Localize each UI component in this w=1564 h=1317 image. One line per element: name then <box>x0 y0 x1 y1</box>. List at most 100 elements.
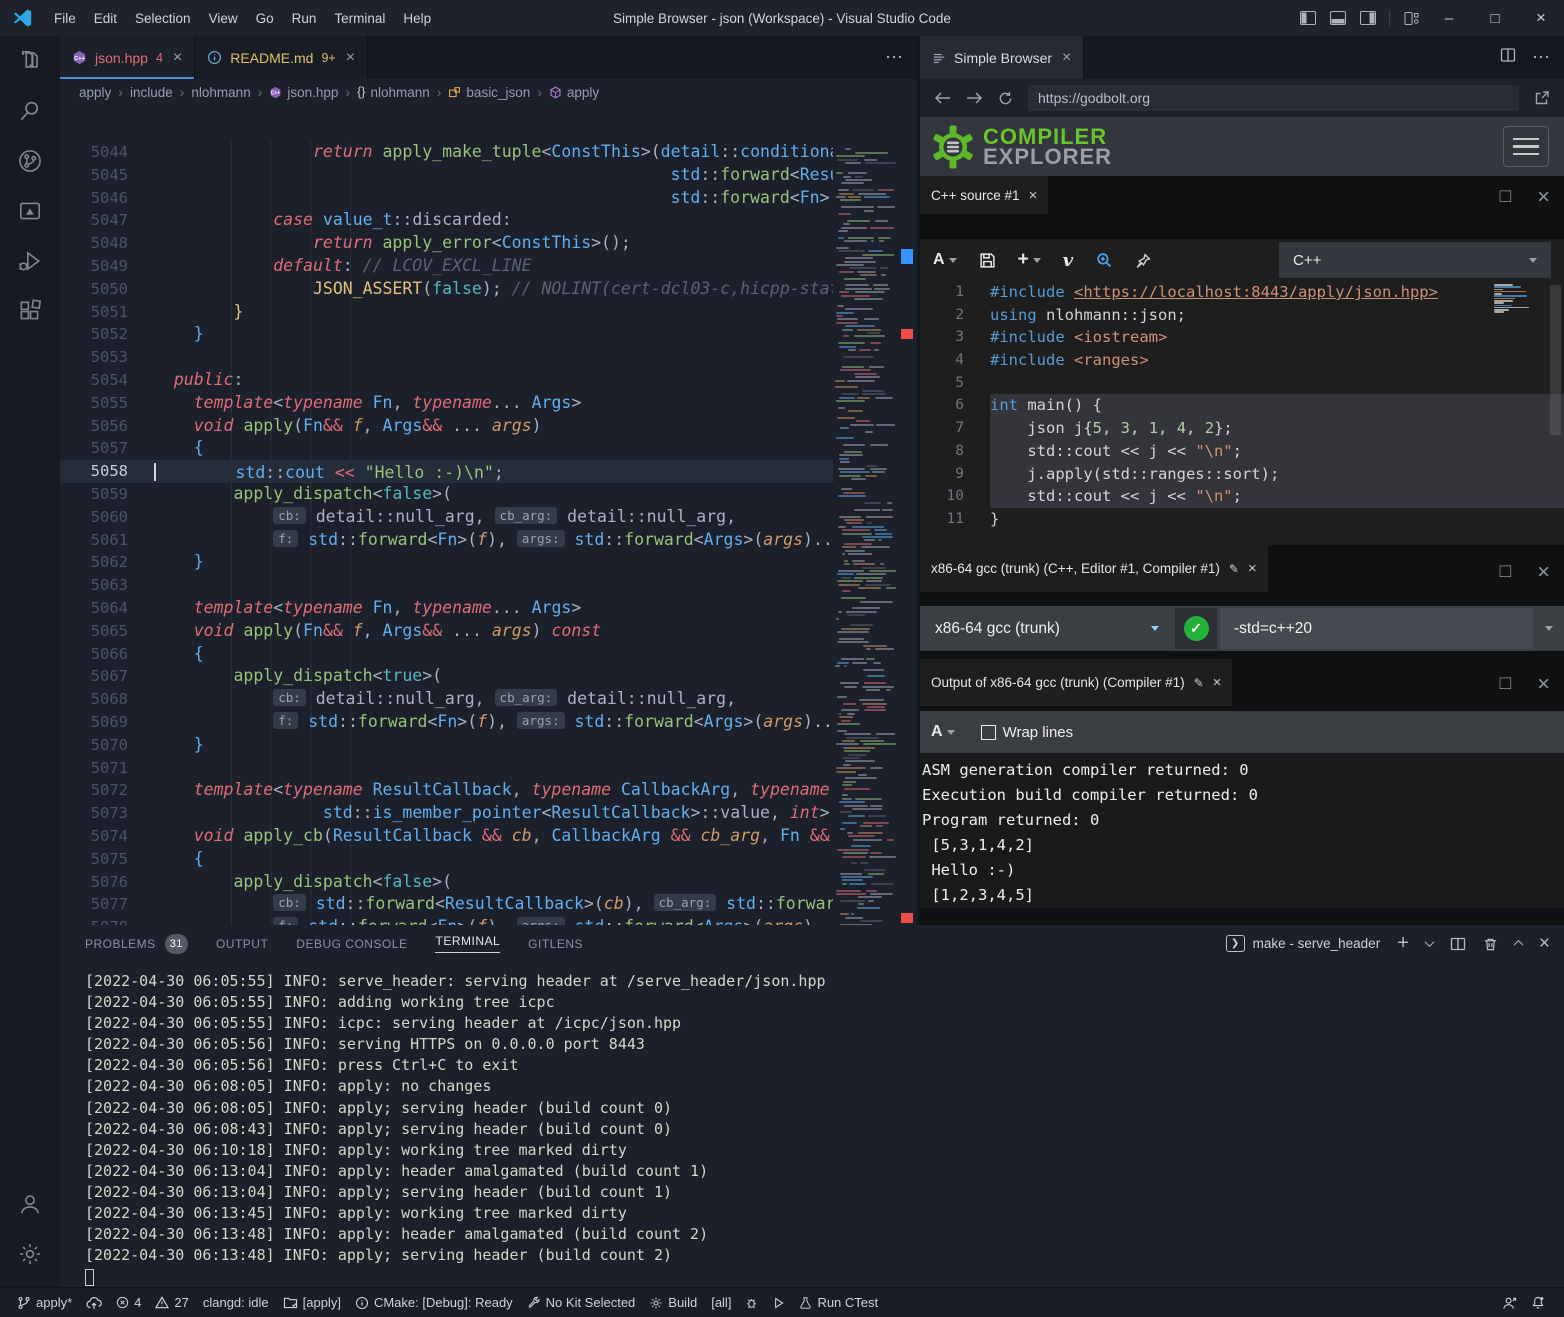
tab-readme-md[interactable]: README.md9+× <box>195 36 368 79</box>
close-icon[interactable]: × <box>1029 187 1038 204</box>
close-tab-icon[interactable]: × <box>346 49 355 67</box>
status-item-4[interactable]: 4 <box>109 1288 148 1317</box>
settings-gear-icon[interactable] <box>6 1229 54 1279</box>
source-control-icon[interactable] <box>6 136 54 186</box>
menu-edit[interactable]: Edit <box>85 5 126 31</box>
layout-sidebar-left-icon[interactable] <box>1293 0 1323 36</box>
vim-mode-icon[interactable]: v <box>1063 250 1073 271</box>
status-item-debug-icon[interactable] <box>738 1288 765 1317</box>
wrap-lines-checkbox[interactable]: Wrap lines <box>981 724 1074 741</box>
new-terminal-icon[interactable]: + <box>1397 932 1409 955</box>
breadcrumb-item-basic_json[interactable]: basic_json <box>448 85 530 100</box>
menu-run[interactable]: Run <box>283 5 326 31</box>
open-external-icon[interactable] <box>1534 90 1550 106</box>
more-actions-icon[interactable]: ⋯ <box>885 47 903 68</box>
hamburger-menu-icon[interactable] <box>1503 126 1549 167</box>
compiler-select[interactable]: x86-64 gcc (trunk) <box>922 608 1172 649</box>
menu-go[interactable]: Go <box>247 5 283 31</box>
maximize-button[interactable]: □ <box>1472 0 1518 36</box>
panel-tab-problems[interactable]: PROBLEMS31 <box>85 925 188 962</box>
terminal-dropdown-icon[interactable] <box>1426 940 1433 947</box>
close-panel-icon[interactable]: × <box>1539 933 1550 955</box>
maximize-pane-icon[interactable]: □ <box>1500 186 1511 208</box>
layout-sidebar-right-icon[interactable] <box>1353 0 1383 36</box>
save-icon[interactable] <box>979 252 996 269</box>
kill-terminal-icon[interactable] <box>1483 936 1498 952</box>
reload-icon[interactable] <box>998 91 1013 106</box>
breadcrumb-item-apply[interactable]: apply <box>79 85 111 100</box>
font-size-icon[interactable]: A <box>931 723 955 741</box>
menu-help[interactable]: Help <box>394 5 440 31</box>
rename-icon[interactable]: ✎ <box>1229 562 1239 576</box>
close-pane-icon[interactable]: × <box>1537 671 1550 697</box>
forward-icon[interactable] <box>966 91 983 105</box>
ce-compiler-tab[interactable]: x86-64 gcc (trunk) (C++, Editor #1, Comp… <box>920 545 1268 592</box>
url-input[interactable] <box>1028 85 1519 111</box>
breadcrumb-item-json-hpp[interactable]: C++json.hpp <box>269 85 338 100</box>
close-pane-icon[interactable]: × <box>1537 184 1550 210</box>
close-window-button[interactable]: × <box>1518 0 1564 36</box>
status-item-27[interactable]: 27 <box>148 1288 195 1317</box>
split-terminal-icon[interactable] <box>1450 936 1466 952</box>
layout-panel-icon[interactable] <box>1323 0 1353 36</box>
breadcrumb-item-nlohmann[interactable]: {}nlohmann <box>357 85 430 100</box>
status-item-apply-[interactable]: apply* <box>10 1288 79 1317</box>
status-item-build[interactable]: Build <box>642 1288 704 1317</box>
ce-source-tab[interactable]: C++ source #1 × <box>920 176 1048 214</box>
status-item--apply-[interactable]: [apply] <box>276 1288 348 1317</box>
tab-json-hpp[interactable]: C++json.hpp4× <box>60 36 195 79</box>
menu-terminal[interactable]: Terminal <box>325 5 394 31</box>
account-icon[interactable] <box>6 1179 54 1229</box>
menu-view[interactable]: View <box>200 5 247 31</box>
breadcrumb-item-nlohmann[interactable]: nlohmann <box>191 85 250 100</box>
terminal-output[interactable]: [2022-04-30 06:05:55] INFO: serve_header… <box>60 962 1564 1287</box>
breadcrumb-item-include[interactable]: include <box>130 85 173 100</box>
run-debug-icon[interactable] <box>6 236 54 286</box>
panel-tab-terminal[interactable]: TERMINAL <box>435 925 500 962</box>
panel-tab-debug-console[interactable]: DEBUG CONSOLE <box>296 925 407 962</box>
back-icon[interactable] <box>934 91 951 105</box>
close-icon[interactable]: × <box>1213 674 1222 691</box>
cmake-panel-icon[interactable] <box>6 186 54 236</box>
status-item-no-kit-selected[interactable]: No Kit Selected <box>520 1288 643 1317</box>
terminal-process-select[interactable]: ❯ make - serve_header <box>1226 935 1381 952</box>
minimize-button[interactable]: – <box>1426 0 1472 36</box>
status-item-launch-icon[interactable] <box>765 1288 792 1317</box>
search-icon[interactable] <box>6 86 54 136</box>
close-tab-icon[interactable]: × <box>173 49 182 67</box>
close-pane-icon[interactable]: × <box>1537 559 1550 585</box>
include-link[interactable]: <https://localhost:8443/apply/json.hpp> <box>1074 283 1438 301</box>
menu-file[interactable]: File <box>45 5 85 31</box>
status-item-notifications-bell-icon[interactable] <box>1524 1288 1552 1317</box>
editor-group-sash[interactable] <box>917 36 920 925</box>
compiler-options-input[interactable]: -std=c++20 <box>1220 608 1533 649</box>
rename-icon[interactable]: ✎ <box>1194 676 1204 690</box>
code-editor[interactable]: 5044 return apply_make_tuple<ConstThis>(… <box>60 141 917 925</box>
maximize-panel-icon[interactable] <box>1515 940 1522 947</box>
status-item-clangd-idle[interactable]: clangd: idle <box>196 1288 276 1317</box>
status-item-feedback-icon[interactable] <box>1495 1288 1524 1317</box>
extensions-icon[interactable] <box>6 286 54 336</box>
close-icon[interactable]: × <box>1248 560 1257 577</box>
status-item-run-ctest[interactable]: Run CTest <box>792 1288 885 1317</box>
language-select[interactable]: C++ <box>1279 242 1551 278</box>
panel-tab-output[interactable]: OUTPUT <box>216 925 268 962</box>
breadcrumb-item-apply[interactable]: apply <box>549 85 599 100</box>
status-item-publish-icon[interactable] <box>79 1288 109 1317</box>
maximize-pane-icon[interactable]: □ <box>1500 561 1511 583</box>
menu-selection[interactable]: Selection <box>126 5 200 31</box>
ce-scrollbar[interactable] <box>1550 285 1561 435</box>
status-item-cmake-debug-ready[interactable]: CMake: [Debug]: Ready <box>348 1288 520 1317</box>
customize-layout-icon[interactable] <box>1396 0 1426 36</box>
minimap[interactable] <box>833 141 917 925</box>
ce-source-code[interactable]: 1#include <https://localhost:8443/apply/… <box>920 281 1564 545</box>
options-dropdown-icon[interactable] <box>1536 626 1562 631</box>
split-editor-icon[interactable] <box>1500 47 1516 68</box>
ce-output-tab[interactable]: Output of x86-64 gcc (trunk) (Compiler #… <box>920 659 1232 706</box>
explorer-icon[interactable] <box>6 36 54 86</box>
checkbox-icon[interactable] <box>981 725 996 740</box>
add-pane-icon[interactable]: + <box>1018 249 1041 271</box>
pin-icon[interactable] <box>1135 252 1152 269</box>
status-item--all-[interactable]: [all] <box>704 1288 738 1317</box>
close-tab-icon[interactable]: × <box>1062 49 1071 67</box>
